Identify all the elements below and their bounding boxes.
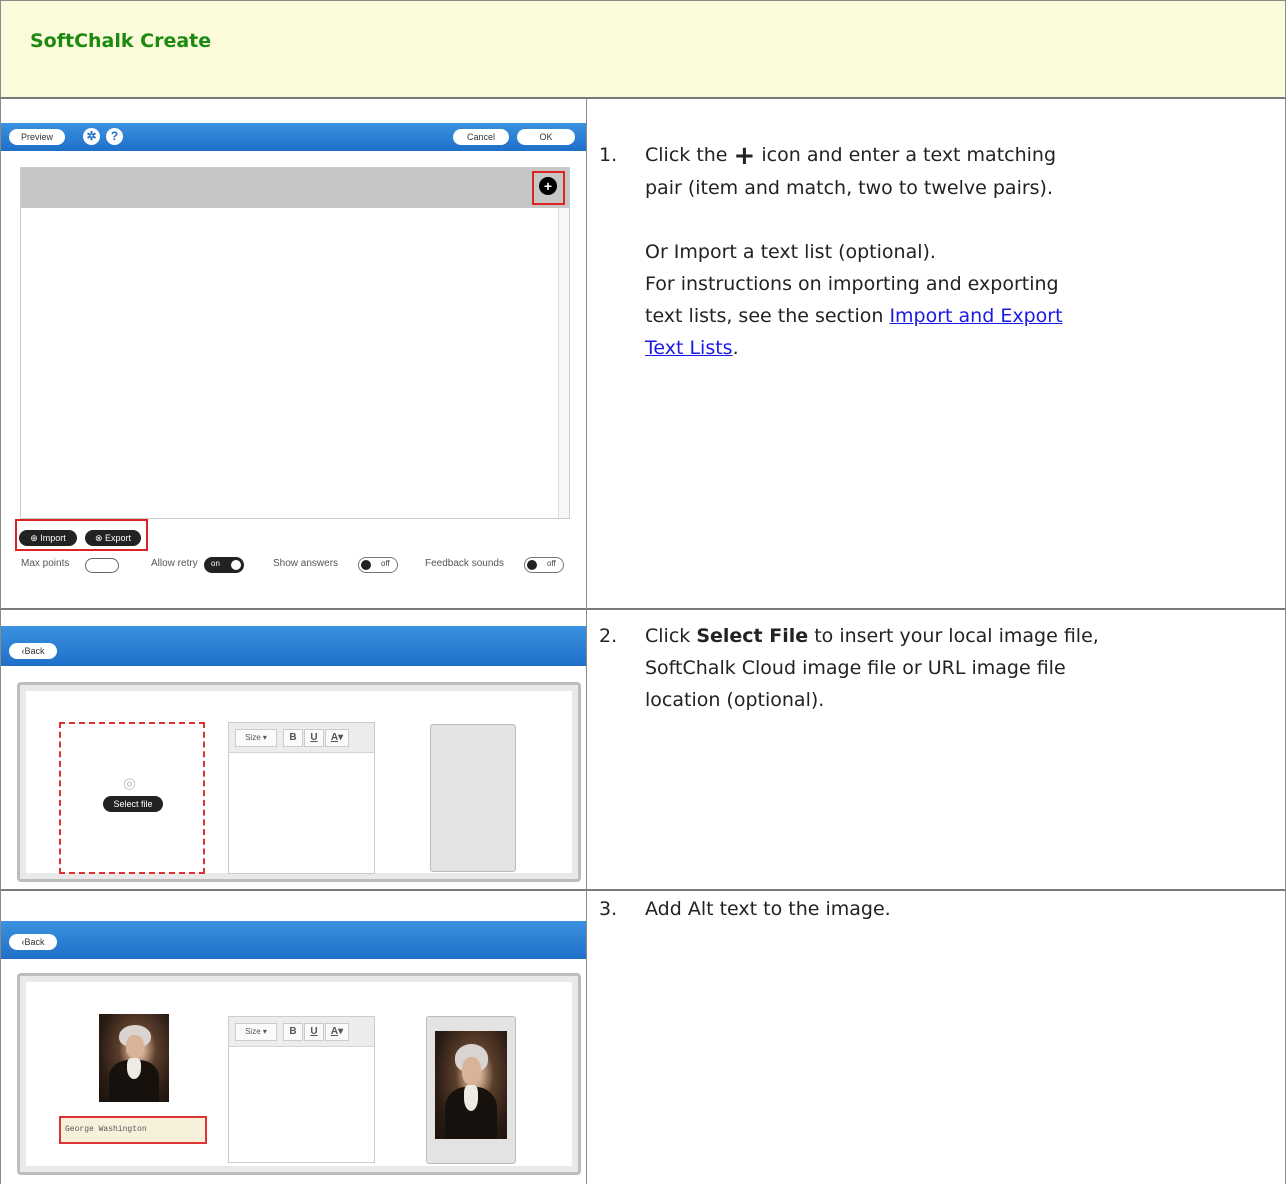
import-button[interactable]: ⊕ Import [19,530,77,546]
image-card-frame: ◎ Select file Size ▾ B U A▾ [17,682,581,882]
export-label: Export [105,533,132,543]
step-1-line4: For instructions on importing and export… [645,273,1059,295]
step-3-number: 3. [599,898,618,920]
pairs-panel: + [20,167,570,519]
row-2-text-cell: 2. Click Select File to insert your loca… [587,610,1286,891]
row-1-screenshot-cell: Preview ✲ ? Cancel OK + ⊕ Import ⊗ Expor… [0,99,587,610]
export-button[interactable]: ⊗ Export [85,530,141,546]
preview-button[interactable]: Preview [9,129,65,145]
step-1-line3: Or Import a text list (optional). [645,241,936,263]
allow-retry-state: on [211,559,220,568]
import-label: Import [40,533,66,543]
back-label: Back [24,937,45,947]
allow-retry-label: Allow retry [151,558,198,569]
allow-retry-toggle[interactable]: on [204,557,244,573]
row-3-screenshot-cell: ‹Back George Washington Size ▾ B U A▾ [0,891,587,1184]
text-editor[interactable]: Size ▾ B U A▾ [228,1016,375,1163]
image-drop-area[interactable]: ◎ Select file [59,722,205,874]
editor-format-toolbar: Size ▾ B U A▾ [229,723,374,753]
editor-format-toolbar: Size ▾ B U A▾ [229,1017,374,1047]
help-icon[interactable]: ? [106,128,123,145]
step-1-line1-pre: Click the [645,144,728,166]
step-3-text: Add Alt text to the image. [645,898,891,920]
ok-button[interactable]: OK [517,129,575,145]
row-3-text-cell: 3. Add Alt text to the image. [587,891,1286,1184]
alt-text-field[interactable]: George Washington [59,1116,207,1144]
feedback-sounds-state: off [547,559,556,568]
add-pair-icon[interactable]: + [539,177,557,195]
select-file-button[interactable]: Select file [103,796,163,812]
show-answers-toggle[interactable]: off [358,557,398,573]
document: SoftChalk Create Preview ✲ ? Cancel OK +… [0,0,1288,1184]
import-icon: ⊕ [30,533,41,543]
scrollbar[interactable] [558,208,569,518]
size-dropdown[interactable]: Size ▾ [235,729,277,747]
step-3-body: Add Alt text to the image. [645,893,891,925]
cancel-button[interactable]: Cancel [453,129,509,145]
image-card-frame: George Washington Size ▾ B U A▾ [17,973,581,1175]
step-1-period: . [732,337,739,359]
card-preview [430,724,516,872]
card-portrait-image [435,1031,507,1139]
step-1-line5-pre: text lists, see the section [645,305,884,327]
bold-button[interactable]: B [283,729,303,747]
show-answers-label: Show answers [273,558,339,569]
import-export-link-2[interactable]: Text Lists [645,337,733,359]
allow-retry-knob [231,560,241,570]
show-answers-knob [361,560,371,570]
feedback-sounds-label: Feedback sounds [425,558,504,569]
back-button[interactable]: ‹Back [9,934,57,950]
font-color-button[interactable]: A▾ [325,729,349,747]
select-file-emphasis: Select File [696,625,809,647]
editor-toolbar: Preview ✲ ? Cancel OK [1,123,586,151]
image-placeholder-icon: ◎ [123,774,137,792]
step-2-line3: location (optional). [645,689,825,711]
feedback-sounds-knob [527,560,537,570]
washington-portrait-image [99,1014,169,1102]
step-2-body: Click Select File to insert your local i… [645,620,1099,716]
card-preview [426,1016,516,1164]
size-dropdown[interactable]: Size ▾ [235,1023,277,1041]
step-2-line1-post: to insert your local image file, [814,625,1099,647]
step-1-line1-post: icon and enter a text matching [761,144,1057,166]
row-1-text-cell: 1. Click the + icon and enter a text mat… [587,99,1286,610]
step-1-body: Click the + icon and enter a text matchi… [645,139,1063,364]
row-2-screenshot-cell: ‹Back ◎ Select file Size ▾ B U A▾ [0,610,587,891]
font-color-button[interactable]: A▾ [325,1023,349,1041]
back-label: Back [24,646,45,656]
step-2-line2: SoftChalk Cloud image file or URL image … [645,657,1066,679]
gear-icon[interactable]: ✲ [83,128,100,145]
text-editor[interactable]: Size ▾ B U A▾ [228,722,375,874]
pairs-header-bar [21,168,569,208]
underline-button[interactable]: U [304,729,324,747]
editor-toolbar: ‹Back [1,626,586,666]
underline-button[interactable]: U [304,1023,324,1041]
feedback-sounds-toggle[interactable]: off [524,557,564,573]
document-title: SoftChalk Create [30,30,212,52]
step-1-line2: pair (item and match, two to twelve pair… [645,177,1054,199]
step-2-number: 2. [599,625,618,647]
export-icon: ⊗ [94,533,106,543]
editor-toolbar: ‹Back [1,921,586,959]
step-1-number: 1. [599,144,618,166]
max-points-input[interactable] [85,558,119,573]
back-button[interactable]: ‹Back [9,643,57,659]
bold-button[interactable]: B [283,1023,303,1041]
image-card-inner: George Washington Size ▾ B U A▾ [26,982,572,1166]
max-points-label: Max points [21,558,70,569]
document-header: SoftChalk Create [0,0,1286,99]
show-answers-state: off [381,559,390,568]
image-card-inner: ◎ Select file Size ▾ B U A▾ [26,691,572,874]
import-export-link-1[interactable]: Import and Export [889,305,1062,327]
plus-icon: + [733,141,756,171]
step-2-pre: Click [645,625,691,647]
